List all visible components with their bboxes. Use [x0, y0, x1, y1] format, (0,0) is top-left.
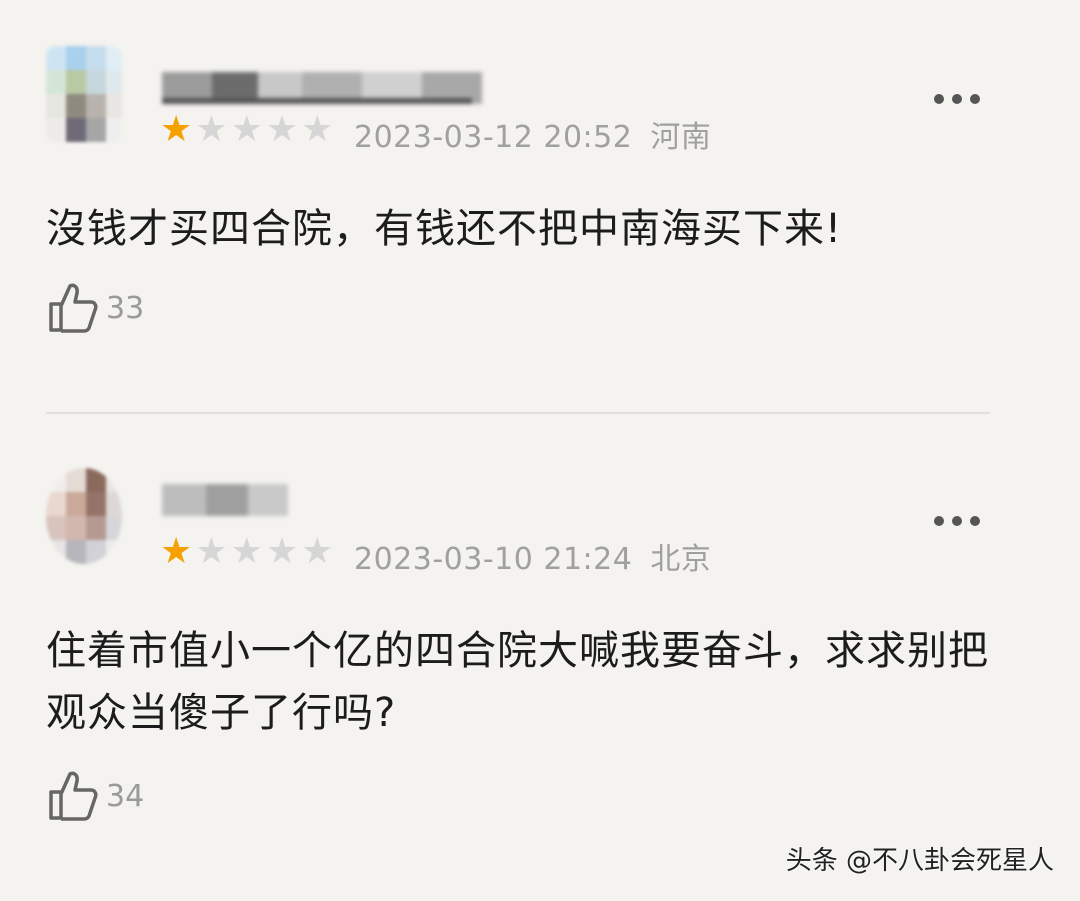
like-button[interactable]: 33 [48, 282, 144, 334]
rating-stars: ★ ★ ★ ★ ★ [160, 534, 333, 570]
rating-stars: ★ ★ ★ ★ ★ [160, 112, 333, 148]
star-icon: ★ [265, 531, 299, 572]
star-icon: ★ [195, 531, 228, 572]
comment-text: 沒钱才买四合院，有钱还不把中南海买下来! [46, 206, 843, 252]
star-icon: ★ [301, 109, 334, 150]
star-icon: ★ [230, 531, 263, 572]
like-count: 33 [106, 290, 145, 326]
comment-datetime: 2023-03-12 20:52 [354, 120, 633, 155]
divider [46, 412, 990, 414]
star-icon: ★ [160, 531, 193, 572]
thumbs-up-icon [49, 771, 98, 821]
comment-location: 北京 [650, 542, 712, 577]
username-redacted[interactable] [162, 68, 482, 108]
watermark: 头条 @不八卦会死星人 [785, 846, 1054, 876]
avatar[interactable] [46, 468, 122, 564]
more-dots-icon[interactable] [934, 94, 980, 104]
like-count: 34 [106, 778, 145, 814]
comment-datetime: 2023-03-10 21:24 [354, 542, 633, 577]
comment-meta: 2023-03-10 21:24 北京 [354, 534, 711, 578]
star-icon: ★ [230, 109, 263, 150]
star-icon: ★ [195, 109, 228, 150]
star-icon: ★ [160, 109, 193, 150]
star-icon: ★ [265, 109, 299, 150]
like-button[interactable]: 34 [48, 770, 144, 822]
avatar[interactable] [46, 46, 122, 142]
comment-meta: 2023-03-12 20:52 河南 [354, 112, 711, 156]
comment-text: 住着市值小一个亿的四合院大喊我要奋斗，求求别把观众当傻子了行吗? [46, 628, 989, 736]
comment-location: 河南 [650, 120, 712, 155]
more-dots-icon[interactable] [934, 516, 980, 526]
star-icon: ★ [301, 531, 334, 572]
username-redacted[interactable] [162, 482, 292, 522]
thumbs-up-icon [49, 283, 98, 333]
